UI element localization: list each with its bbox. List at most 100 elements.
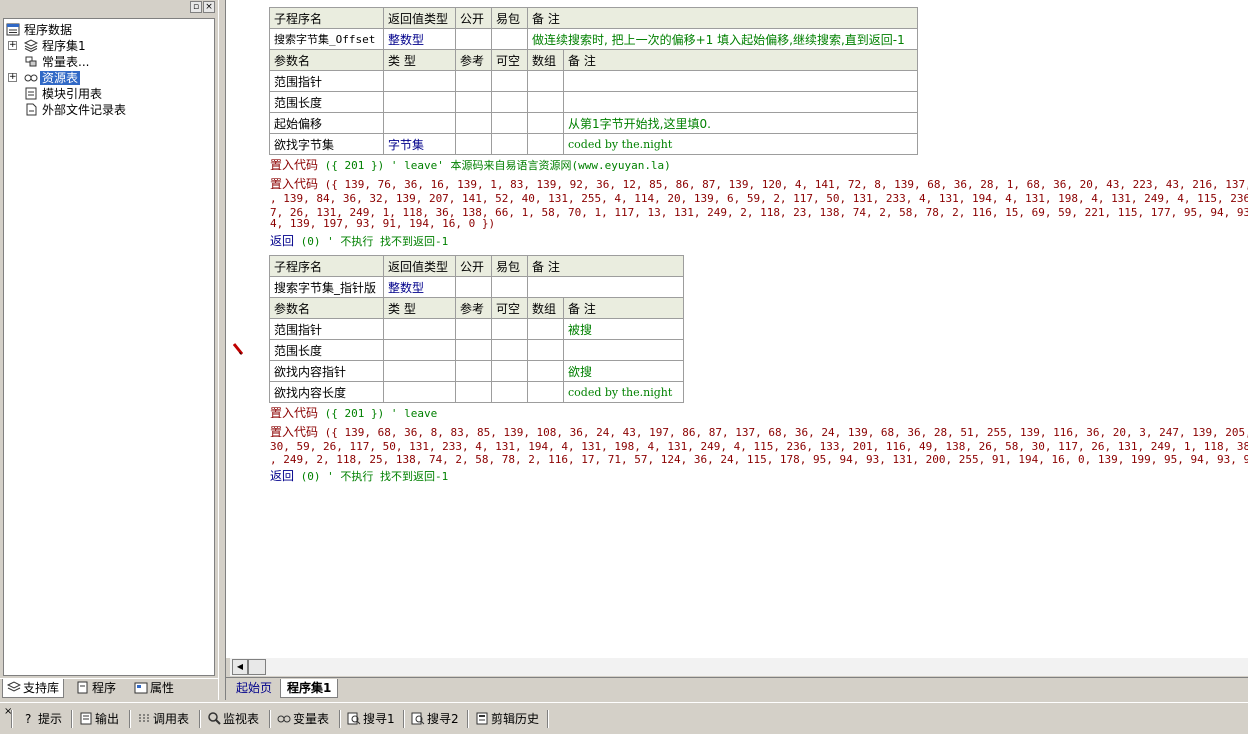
param-nullable[interactable] bbox=[491, 70, 528, 92]
expander-icon[interactable]: + bbox=[8, 73, 17, 82]
param-note[interactable] bbox=[563, 339, 684, 361]
param-ref[interactable] bbox=[455, 381, 492, 403]
tool-clip-history[interactable]: 剪辑历史 bbox=[473, 709, 539, 729]
param-name[interactable]: 范围指针 bbox=[269, 70, 384, 92]
tab-support-library[interactable]: 支持库 bbox=[2, 679, 65, 698]
code-editor[interactable]: 子程序名 返回值类型 公开 易包 备 注 搜索字节集_Offset 整数型 做连… bbox=[226, 0, 1248, 658]
easy-pack-cell[interactable] bbox=[491, 28, 528, 50]
close-button[interactable]: × bbox=[203, 1, 215, 13]
param-nullable[interactable] bbox=[491, 318, 528, 340]
param-array[interactable] bbox=[527, 381, 564, 403]
tab-program-set-1[interactable]: 程序集1 bbox=[280, 679, 339, 698]
return-type[interactable]: 整数型 bbox=[383, 276, 456, 298]
code-line[interactable]: 返回 (0) ' 不执行 找不到返回-1 bbox=[270, 234, 448, 249]
project-tree[interactable]: 程序数据 + 程序集1 常量表... + 资源表 模块引用表 外部文件记录表 bbox=[3, 18, 215, 676]
param-ref[interactable] bbox=[455, 318, 492, 340]
param-type[interactable] bbox=[383, 381, 456, 403]
tree-item-external-files[interactable]: 外部文件记录表 bbox=[24, 102, 128, 118]
public-cell[interactable] bbox=[455, 276, 492, 298]
param-array[interactable] bbox=[527, 318, 564, 340]
return-type[interactable]: 整数型 bbox=[383, 28, 456, 50]
param-name[interactable]: 范围指针 bbox=[269, 318, 384, 340]
param-type[interactable] bbox=[383, 318, 456, 340]
param-note[interactable]: coded by the.night bbox=[563, 133, 918, 155]
param-ref[interactable] bbox=[455, 360, 492, 382]
param-nullable[interactable] bbox=[491, 112, 528, 134]
code-text: ({ 139, 68, 36, 8, 83, 85, 139, 108, 36,… bbox=[318, 426, 1248, 439]
param-nullable[interactable] bbox=[491, 360, 528, 382]
param-type[interactable] bbox=[383, 339, 456, 361]
tool-label: 调用表 bbox=[153, 712, 190, 726]
param-nullable[interactable] bbox=[491, 91, 528, 113]
easy-pack-cell[interactable] bbox=[491, 276, 528, 298]
tool-search1[interactable]: 搜寻1 bbox=[345, 709, 395, 729]
param-note[interactable]: 欲搜 bbox=[563, 360, 684, 382]
param-array[interactable] bbox=[527, 112, 564, 134]
param-note[interactable] bbox=[563, 91, 918, 113]
param-name[interactable]: 范围长度 bbox=[269, 91, 384, 113]
code-line[interactable]: 返回 (0) ' 不执行 找不到返回-1 bbox=[270, 469, 448, 484]
param-ref[interactable] bbox=[455, 91, 492, 113]
param-note[interactable]: 被搜 bbox=[563, 318, 684, 340]
tree-item-program-set[interactable]: 程序集1 bbox=[24, 38, 88, 54]
pane-splitter[interactable] bbox=[218, 0, 226, 700]
tool-output[interactable]: 输出 bbox=[77, 709, 119, 729]
param-name[interactable]: 欲找内容长度 bbox=[269, 381, 384, 403]
tree-item-constants[interactable]: 常量表... bbox=[24, 54, 91, 70]
param-note[interactable] bbox=[563, 70, 918, 92]
restore-button[interactable]: ▫ bbox=[190, 1, 202, 13]
tab-properties[interactable]: 属性 bbox=[130, 679, 178, 698]
subroutine-note[interactable] bbox=[527, 276, 684, 298]
tree-item-module-refs[interactable]: 模块引用表 bbox=[24, 86, 104, 102]
code-line[interactable]: 置入代码 ({ 201 }) ' leave bbox=[270, 406, 437, 421]
subroutine-table: 子程序名 返回值类型 公开 易包 备 注 搜索字节集_指针版 整数型 参数名 类… bbox=[269, 255, 684, 403]
param-ref[interactable] bbox=[455, 133, 492, 155]
param-type[interactable]: 字节集 bbox=[383, 133, 456, 155]
param-array[interactable] bbox=[527, 360, 564, 382]
param-array[interactable] bbox=[527, 133, 564, 155]
param-nullable[interactable] bbox=[491, 133, 528, 155]
public-cell[interactable] bbox=[455, 28, 492, 50]
tool-callstack[interactable]: 调用表 bbox=[135, 709, 189, 729]
param-type[interactable] bbox=[383, 70, 456, 92]
param-nullable[interactable] bbox=[491, 339, 528, 361]
scroll-thumb[interactable] bbox=[248, 659, 266, 675]
code-line[interactable]: , 249, 2, 118, 25, 138, 74, 2, 58, 78, 2… bbox=[270, 452, 1248, 467]
param-type[interactable] bbox=[383, 112, 456, 134]
param-name[interactable]: 起始偏移 bbox=[269, 112, 384, 134]
param-ref[interactable] bbox=[455, 70, 492, 92]
subroutine-name[interactable]: 搜索字节集_指针版 bbox=[269, 276, 384, 298]
subroutine-note[interactable]: 做连续搜索时, 把上一次的偏移+1 填入起始偏移,继续搜索,直到返回-1 bbox=[527, 28, 918, 50]
param-name[interactable]: 范围长度 bbox=[269, 339, 384, 361]
param-note[interactable]: coded by the.night bbox=[563, 381, 684, 403]
code-line[interactable]: , 139, 84, 36, 32, 139, 207, 141, 52, 40… bbox=[270, 191, 1248, 206]
code-line[interactable]: 4, 139, 197, 93, 91, 194, 16, 0 }) bbox=[270, 216, 495, 231]
tab-start-page[interactable]: 起始页 bbox=[230, 679, 278, 698]
param-name[interactable]: 欲找字节集 bbox=[269, 133, 384, 155]
expander-icon[interactable]: + bbox=[8, 41, 17, 50]
param-note[interactable]: 从第1字节开始找,这里填0. bbox=[563, 112, 918, 134]
code-line[interactable]: 置入代码 ({ 201 }) ' leave' 本源码来自易语言资源网(www.… bbox=[270, 158, 671, 173]
param-array[interactable] bbox=[527, 91, 564, 113]
tree-item-resources[interactable]: 资源表 bbox=[24, 70, 81, 86]
tool-watch[interactable]: 监视表 bbox=[205, 709, 259, 729]
param-name[interactable]: 欲找内容指针 bbox=[269, 360, 384, 382]
scroll-left-icon[interactable]: ◀ bbox=[232, 659, 248, 675]
code-line[interactable]: 置入代码 ({ 139, 68, 36, 8, 83, 85, 139, 108… bbox=[270, 425, 1248, 440]
param-type[interactable] bbox=[383, 360, 456, 382]
tool-variables[interactable]: 变量表 bbox=[275, 709, 329, 729]
tab-program[interactable]: 程序 bbox=[72, 679, 120, 698]
tree-root[interactable]: 程序数据 bbox=[6, 22, 74, 38]
param-ref[interactable] bbox=[455, 339, 492, 361]
tool-hint[interactable]: ? 提示 bbox=[20, 709, 62, 729]
toolbar-close-icon[interactable]: × bbox=[2, 707, 12, 727]
code-line[interactable]: 置入代码 ({ 139, 76, 36, 16, 139, 1, 83, 139… bbox=[270, 177, 1248, 192]
horizontal-scrollbar[interactable]: ◀ bbox=[230, 658, 1248, 676]
tool-search2[interactable]: 搜寻2 bbox=[409, 709, 459, 729]
param-ref[interactable] bbox=[455, 112, 492, 134]
subroutine-name[interactable]: 搜索字节集_Offset bbox=[269, 28, 384, 50]
param-nullable[interactable] bbox=[491, 381, 528, 403]
param-array[interactable] bbox=[527, 339, 564, 361]
param-array[interactable] bbox=[527, 70, 564, 92]
param-type[interactable] bbox=[383, 91, 456, 113]
